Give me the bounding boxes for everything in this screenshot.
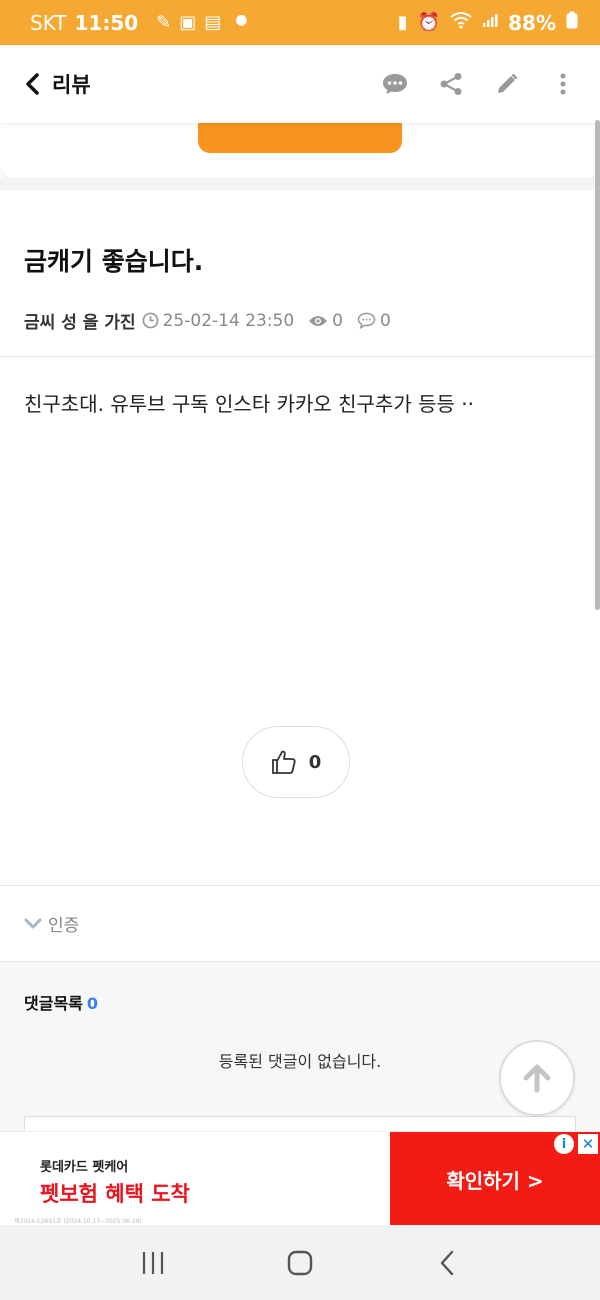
post-comment-count: 0 [357,311,391,331]
alarm-icon: ⏰ [417,12,441,33]
clock: 11:50 [74,10,139,35]
wifi-icon [450,11,472,34]
page-title: 리뷰 [52,73,91,97]
comments-heading-label: 댓글목록 [24,994,83,1013]
image-notification-icon: ▣ [179,12,197,33]
scroll-to-top-button[interactable] [499,1040,575,1116]
status-bar: SKT 11:50 ✎ ▣ ▤ ● ▮ ⏰ 88% [0,0,600,45]
comments-heading: 댓글목록 0 [24,990,98,1014]
carrier: SKT [30,10,67,35]
ad-headline: 펫보험 혜택 도착 [40,1182,190,1206]
comments-count-meta: 0 [380,310,391,331]
ad-brand-text: 롯데카드 펫케어 [40,1160,129,1175]
views-count: 0 [332,310,343,331]
ad-info-icon[interactable]: i [554,1134,574,1154]
post-title: 금캐기 좋습니다. [24,247,204,276]
back-icon [26,73,39,95]
comments-heading-count: 0 [86,994,99,1013]
chat-icon [383,74,407,94]
pen-notification-icon: ✎ [156,12,172,33]
tag-toggle[interactable]: 인증 [0,886,600,961]
section-gap [0,178,600,190]
news-notification-icon: ▤ [204,12,222,33]
recent-apps-button[interactable] [133,1243,173,1283]
back-nav-button[interactable] [427,1243,467,1283]
comment-icon [357,312,376,329]
edit-icon [498,73,518,93]
share-icon [440,73,462,95]
previous-card [0,113,600,178]
share-button[interactable] [438,71,464,97]
home-icon [287,1250,313,1275]
notification-icons: ✎ ▣ ▤ ● [156,12,247,33]
status-bar-left: SKT 11:50 ✎ ▣ ▤ ● [30,11,248,35]
edit-button[interactable] [494,71,520,97]
chat-button[interactable] [382,71,408,97]
eye-icon [309,315,328,326]
ad-cta-button[interactable]: 확인하기 > i ✕ [390,1132,600,1226]
battery-saver-icon: ▮ [397,12,408,33]
post-views: 0 [308,311,343,331]
post-datetime: 25-02-14 23:50 [162,310,295,331]
like-button[interactable]: 0 [242,726,350,798]
arrow-up-icon [523,1064,551,1093]
chevron-left-icon [440,1250,453,1275]
ad-close-icon[interactable]: ✕ [578,1134,598,1154]
signal-icon [482,12,498,33]
thumbs-up-icon [271,750,296,774]
system-nav-bar [0,1225,600,1300]
like-count: 0 [308,751,322,773]
clock-icon [142,312,159,329]
post-date: 25-02-14 23:50 [142,310,295,331]
ad-cta-label: 확인하기 > [446,1168,544,1193]
home-button[interactable] [280,1243,320,1283]
ad-content[interactable]: 롯데카드 펫케어 펫보험 혜택 도착 제2024-E2691호 (2024.10… [0,1132,390,1226]
tag-label: 인증 [48,916,80,936]
more-notifications-icon: ● [235,12,248,28]
more-icon [560,73,566,95]
back-button[interactable]: 리뷰 [24,69,91,99]
post-body: 친구초대. 유투브 구독 인스타 카카오 친구추가 등등 ·· [24,392,474,416]
battery-level: 88% [508,10,556,35]
chevron-down-icon [24,918,42,928]
page-scrollbar[interactable] [595,120,600,610]
ad-fine-print: 제2024-E2691호 (2024.10.17~2025.06.28) [14,1218,142,1225]
ad-banner[interactable]: 롯데카드 펫케어 펫보험 혜택 도착 제2024-E2691호 (2024.10… [0,1131,600,1226]
recent-apps-icon [143,1251,164,1274]
battery-icon [566,11,578,34]
post-meta: 금씨 성 을 가진 25-02-14 23:50 0 0 [24,308,405,334]
status-bar-right: ▮ ⏰ 88% [398,11,578,35]
app-header: 리뷰 [0,45,600,123]
header-actions [382,71,576,97]
meta-divider [0,356,600,357]
more-button[interactable] [550,71,576,97]
post-author[interactable]: 금씨 성 을 가진 [24,308,136,333]
